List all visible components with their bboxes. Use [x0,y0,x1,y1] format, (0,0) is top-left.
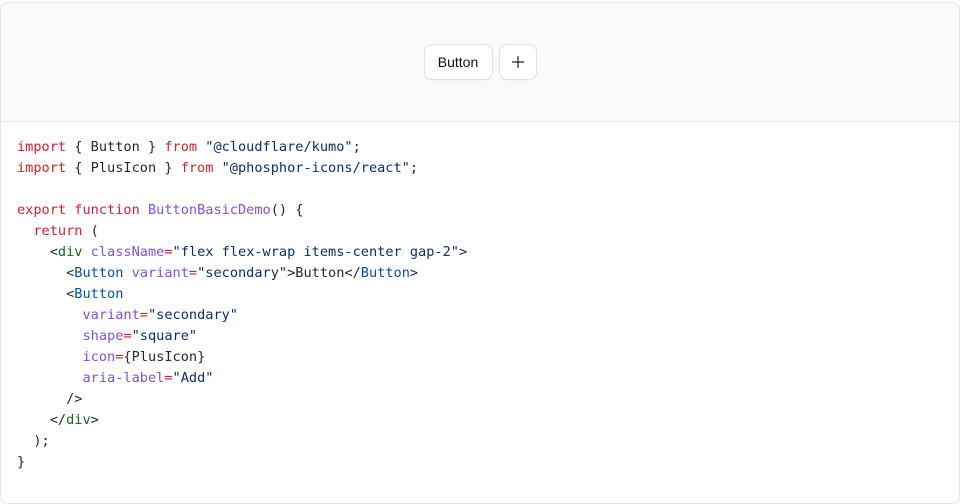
code-token: "Add" [172,370,214,386]
code-line: shape="square" [17,326,943,347]
code-line: import { Button } from "@cloudflare/kumo… [17,137,943,158]
code-token: import [17,160,67,176]
code-line: </div> [17,410,943,431]
secondary-button[interactable]: Button [423,44,493,80]
code-token: </ [17,412,67,428]
code-token: >Button</ [287,265,361,281]
code-token: > [90,412,99,428]
code-line: <div className="flex flex-wrap items-cen… [17,242,943,263]
code-token: } [17,454,26,470]
code-token: aria-label [82,370,165,386]
code-line: aria-label="Add" [17,368,943,389]
code-token: "secondary" [197,265,288,281]
code-token: from [164,139,198,155]
code-token: /> [17,391,83,407]
code-token: < [17,244,58,260]
code-token: icon [82,349,116,365]
code-token: = [123,328,132,344]
code-token: ; [409,160,419,176]
component-preview: Button [1,3,959,122]
code-line: <Button [17,284,943,305]
add-button[interactable] [498,44,537,80]
code-token: from [180,160,214,176]
code-token: div [66,412,91,428]
code-line: <Button variant="secondary">Button</Butt… [17,263,943,284]
code-token: div [57,244,83,260]
code-token: = [139,307,148,323]
code-line: } [17,452,943,473]
code-token: variant [131,265,189,281]
code-token: ( [82,223,99,239]
code-token: ButtonBasicDemo [147,202,271,218]
code-line: export function ButtonBasicDemo() { [17,200,943,221]
code-token: > [458,244,468,260]
code-token: "flex flex-wrap items-center gap-2" [172,244,459,260]
code-token: () { [270,202,304,218]
code-token: ); [17,433,50,449]
code-token: > [409,265,419,281]
code-line: /> [17,389,943,410]
code-line: import { PlusIcon } from "@phosphor-icon… [17,158,943,179]
code-token: shape [82,328,124,344]
code-line: variant="secondary" [17,305,943,326]
code-token: < [17,265,75,281]
code-token: < [17,286,75,302]
code-line: return ( [17,221,943,242]
code-token: "@phosphor-icons/react" [221,160,410,176]
code-token: = [164,370,173,386]
code-token: return [33,223,83,239]
plus-icon [511,55,524,69]
code-example-card: Button import { Button } from "@cloudfla… [0,2,960,504]
code-token: "secondary" [147,307,238,323]
code-line: icon={PlusIcon} [17,347,943,368]
code-token: Button [74,286,124,302]
code-token: { Button } [66,139,165,155]
code-token: ; [352,139,361,155]
code-line: ); [17,431,943,452]
code-token: = [164,244,173,260]
code-token: Button [74,265,124,281]
code-token: function [74,202,140,218]
code-token: export [17,202,67,218]
code-token: { PlusIcon } [66,160,181,176]
code-token: className [90,244,165,260]
code-token: Button [360,265,410,281]
code-token: "@cloudflare/kumo" [205,139,353,155]
code-token: {PlusIcon} [123,349,206,365]
code-token: = [188,265,198,281]
code-token: "square" [131,328,198,344]
code-token: import [17,139,67,155]
code-block: import { Button } from "@cloudflare/kumo… [1,122,959,473]
code-token: variant [82,307,140,323]
